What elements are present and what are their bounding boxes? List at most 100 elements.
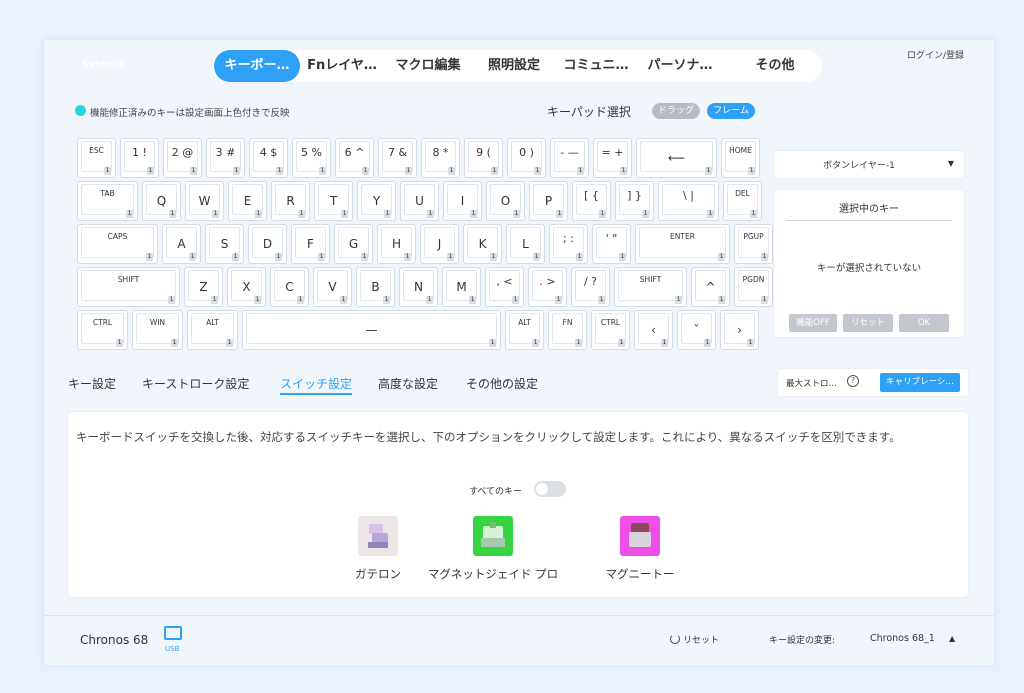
ok-button[interactable]: OK	[899, 314, 949, 332]
keycap[interactable]: ALT 1	[187, 310, 238, 350]
keycap[interactable]: F1	[291, 224, 330, 264]
keycap[interactable]: N1	[399, 267, 438, 307]
keycap[interactable]: ] } 1	[615, 181, 654, 221]
keycap[interactable]: V1	[313, 267, 352, 307]
keycap[interactable]: ‹ 1	[634, 310, 673, 350]
keycap[interactable]: [ {1	[572, 181, 611, 221]
keycap[interactable]: B1	[356, 267, 395, 307]
keycap[interactable]: ˇ1	[677, 310, 716, 350]
tab-other[interactable]: その他	[730, 50, 820, 82]
keycap[interactable]: H1	[377, 224, 416, 264]
keycap[interactable]: A1	[162, 224, 201, 264]
keycap[interactable]: 7 & 1	[378, 138, 417, 178]
tab-personal[interactable]: パーソナ…	[640, 50, 720, 82]
subtab-other-settings[interactable]: その他の設定	[466, 375, 538, 392]
keycap[interactable]: TAB 1	[77, 181, 138, 221]
tab-community[interactable]: コミュニ…	[556, 50, 636, 82]
switch-option-magneto[interactable]: マグニートー	[580, 516, 700, 582]
keycap[interactable]: 6 ^ 1	[335, 138, 374, 178]
keycap[interactable]: 8 * 1	[421, 138, 460, 178]
keycap[interactable]: CTRL 1	[591, 310, 630, 350]
keycap[interactable]: PGUP 1	[734, 224, 773, 264]
keycap[interactable]: SHIFT 1	[77, 267, 180, 307]
keycap[interactable]: . > 1	[528, 267, 567, 307]
keycap[interactable]: \ | 1	[658, 181, 719, 221]
keycap[interactable]: S1	[205, 224, 244, 264]
keycap[interactable]: ; :1	[549, 224, 588, 264]
keycap[interactable]: HOME 1	[721, 138, 760, 178]
keycap[interactable]: J1	[420, 224, 459, 264]
keycap[interactable]: —1	[242, 310, 501, 350]
keycap[interactable]: CAPS 1	[77, 224, 158, 264]
calibrate-button[interactable]: キャリブレーシ…	[880, 373, 960, 392]
subtab-keystroke-settings[interactable]: キーストローク設定	[142, 375, 249, 392]
keycap[interactable]: 5 % 1	[292, 138, 331, 178]
tab-lighting[interactable]: 照明設定	[474, 50, 554, 82]
subtab-switch-settings[interactable]: スイッチ設定	[280, 375, 353, 395]
keycap[interactable]: / ? 1	[571, 267, 610, 307]
keycap[interactable]: 0 ) 1	[507, 138, 546, 178]
keycap-label: E	[243, 194, 252, 208]
keycap[interactable]: 3 # 1	[206, 138, 245, 178]
keycap[interactable]: Q1	[142, 181, 181, 221]
keycap[interactable]: O1	[486, 181, 525, 221]
keycap[interactable]: , < 1	[485, 267, 524, 307]
keycap[interactable]: M1	[442, 267, 481, 307]
keycap[interactable]: ALT 1	[505, 310, 544, 350]
layer-select[interactable]: ボタンレイヤー-1 ▼	[774, 151, 964, 178]
keycap[interactable]: Y1	[357, 181, 396, 221]
keycap[interactable]: I1	[443, 181, 482, 221]
keycap[interactable]: WIN 1	[132, 310, 183, 350]
keycap[interactable]: CTRL 1	[77, 310, 128, 350]
layer-badge: 1	[211, 296, 218, 304]
frame-mode-button[interactable]: フレーム	[707, 103, 755, 119]
keycap[interactable]: W1	[185, 181, 224, 221]
keycap[interactable]: C1	[270, 267, 309, 307]
keycap[interactable]: K1	[463, 224, 502, 264]
keycap[interactable]: T1	[314, 181, 353, 221]
keycap[interactable]: U1	[400, 181, 439, 221]
keycap[interactable]: Z1	[184, 267, 223, 307]
keycap[interactable]: - — 1	[550, 138, 589, 178]
keycap[interactable]: R1	[271, 181, 310, 221]
keycap[interactable]: PGDN 1	[734, 267, 773, 307]
login-link[interactable]: ログイン/登録	[907, 48, 964, 61]
keycap[interactable]: SHIFT 1	[614, 267, 687, 307]
key-setting-value[interactable]: Chronos 68_1	[870, 633, 935, 644]
layer-badge: 1	[427, 210, 434, 218]
caret-up-icon[interactable]: ▲	[949, 634, 955, 643]
help-icon[interactable]: ?	[847, 375, 859, 387]
keycap[interactable]: 2 @ 1	[163, 138, 202, 178]
keycap[interactable]: 9 (1	[464, 138, 503, 178]
subtab-advanced-settings[interactable]: 高度な設定	[378, 375, 438, 392]
disable-function-button[interactable]: 機能OFF	[789, 314, 837, 332]
keycap[interactable]: ' " 1	[592, 224, 631, 264]
keycap[interactable]: D1	[248, 224, 287, 264]
tab-macro[interactable]: マクロ編集	[386, 50, 470, 82]
layer-badge: 1	[169, 210, 176, 218]
drag-mode-button[interactable]: ドラッグ	[652, 103, 700, 119]
switch-option-gateron[interactable]: ガテロン	[333, 516, 423, 582]
keycap[interactable]: L1	[506, 224, 545, 264]
reset-key-button[interactable]: リセット	[843, 314, 893, 332]
keycap[interactable]: ^ 1	[691, 267, 730, 307]
keycap[interactable]: › 1	[720, 310, 759, 350]
tab-fn-layer[interactable]: Fnレイヤ…	[302, 50, 382, 82]
keycap[interactable]: ESC 1	[77, 138, 116, 178]
reset-all-button[interactable]: リセット	[670, 633, 719, 646]
keycap[interactable]: G1	[334, 224, 373, 264]
keycap[interactable]: E1	[228, 181, 267, 221]
keycap[interactable]: FN 1	[548, 310, 587, 350]
keycap[interactable]: P1	[529, 181, 568, 221]
keycap[interactable]: DEL 1	[723, 181, 762, 221]
tab-keyboard[interactable]: キーボー…	[214, 50, 300, 82]
keycap[interactable]: 1 ! 1	[120, 138, 159, 178]
keycap[interactable]: X1	[227, 267, 266, 307]
switch-option-magnetic-jade-pro[interactable]: マグネットジェイド プロ	[418, 516, 568, 582]
keycap[interactable]: 4 $ 1	[249, 138, 288, 178]
keycap[interactable]: = + 1	[593, 138, 632, 178]
all-keys-toggle[interactable]	[534, 481, 566, 497]
keycap[interactable]: ⟵ 1	[636, 138, 717, 178]
subtab-key-settings[interactable]: キー設定	[68, 375, 116, 392]
keycap[interactable]: ENTER 1	[635, 224, 730, 264]
